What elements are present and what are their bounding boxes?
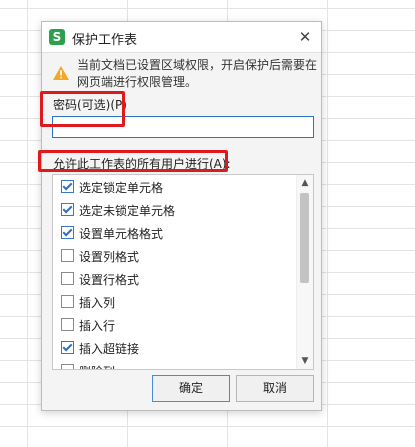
scroll-up-icon[interactable]: ▲ bbox=[297, 175, 313, 191]
scroll-down-icon[interactable]: ▼ bbox=[297, 353, 313, 369]
cancel-button[interactable]: 取消 bbox=[236, 375, 314, 402]
permission-item[interactable]: 选定锁定单元格 bbox=[53, 175, 297, 198]
permission-item[interactable]: 设置列格式 bbox=[53, 244, 297, 267]
permission-checkbox[interactable] bbox=[61, 318, 74, 331]
permission-checkbox[interactable] bbox=[61, 203, 74, 216]
permissions-list-items: 选定锁定单元格 选定未锁定单元格 设置单元格格式 设置列格式设置行格式插入列插入行插入… bbox=[53, 175, 297, 369]
wps-sheets-icon: S bbox=[49, 29, 65, 45]
permission-label: 插入行 bbox=[79, 319, 116, 333]
scrollbar-thumb[interactable] bbox=[300, 193, 309, 283]
permission-item[interactable]: 插入列 bbox=[53, 290, 297, 313]
permission-checkbox[interactable] bbox=[61, 226, 74, 239]
permission-label: 设置单元格格式 bbox=[79, 227, 164, 241]
warning-icon bbox=[53, 66, 69, 80]
permission-item[interactable]: 插入行 bbox=[53, 313, 297, 336]
permission-checkbox[interactable] bbox=[61, 341, 74, 354]
permissions-list[interactable]: 选定锁定单元格 选定未锁定单元格 设置单元格格式 设置列格式设置行格式插入列插入行插入… bbox=[52, 174, 314, 370]
permission-label: 插入超链接 bbox=[79, 342, 140, 356]
password-label: 密码(可选)(P) bbox=[53, 98, 127, 112]
permission-label: 设置列格式 bbox=[79, 250, 140, 264]
permission-checkbox[interactable] bbox=[61, 272, 74, 285]
permission-checkbox[interactable] bbox=[61, 180, 74, 193]
dialog-titlebar: S 保护工作表 ✕ bbox=[42, 22, 321, 53]
permission-item[interactable]: 设置行格式 bbox=[53, 267, 297, 290]
permission-item[interactable]: 删除列 bbox=[53, 359, 297, 369]
warning-message: 当前文档已设置区域权限，开启保护后需要在网页端进行权限管理。 bbox=[77, 58, 318, 89]
permission-item[interactable]: 设置单元格格式 bbox=[53, 221, 297, 244]
permission-checkbox[interactable] bbox=[61, 295, 74, 308]
allow-users-label: 允许此工作表的所有用户进行(A): bbox=[53, 157, 231, 171]
permission-checkbox[interactable] bbox=[61, 249, 74, 262]
password-input[interactable] bbox=[52, 116, 314, 138]
permission-label: 插入列 bbox=[79, 296, 116, 310]
permission-label: 设置行格式 bbox=[79, 273, 140, 287]
permission-label: 选定锁定单元格 bbox=[79, 181, 164, 195]
permission-label: 删除列 bbox=[79, 363, 115, 369]
dialog-title: 保护工作表 bbox=[72, 33, 138, 48]
list-scrollbar[interactable]: ▲ ▼ bbox=[296, 175, 313, 369]
permission-item[interactable]: 选定未锁定单元格 bbox=[53, 198, 297, 221]
close-icon[interactable]: ✕ bbox=[295, 27, 315, 47]
permission-item[interactable]: 插入超链接 bbox=[53, 336, 297, 359]
permission-label: 选定未锁定单元格 bbox=[79, 204, 176, 218]
ok-button[interactable]: 确定 bbox=[152, 375, 230, 402]
permission-checkbox[interactable] bbox=[61, 364, 74, 369]
protect-sheet-dialog: S 保护工作表 ✕ 当前文档已设置区域权限，开启保护后需要在网页端进行权限管理。… bbox=[41, 21, 322, 411]
